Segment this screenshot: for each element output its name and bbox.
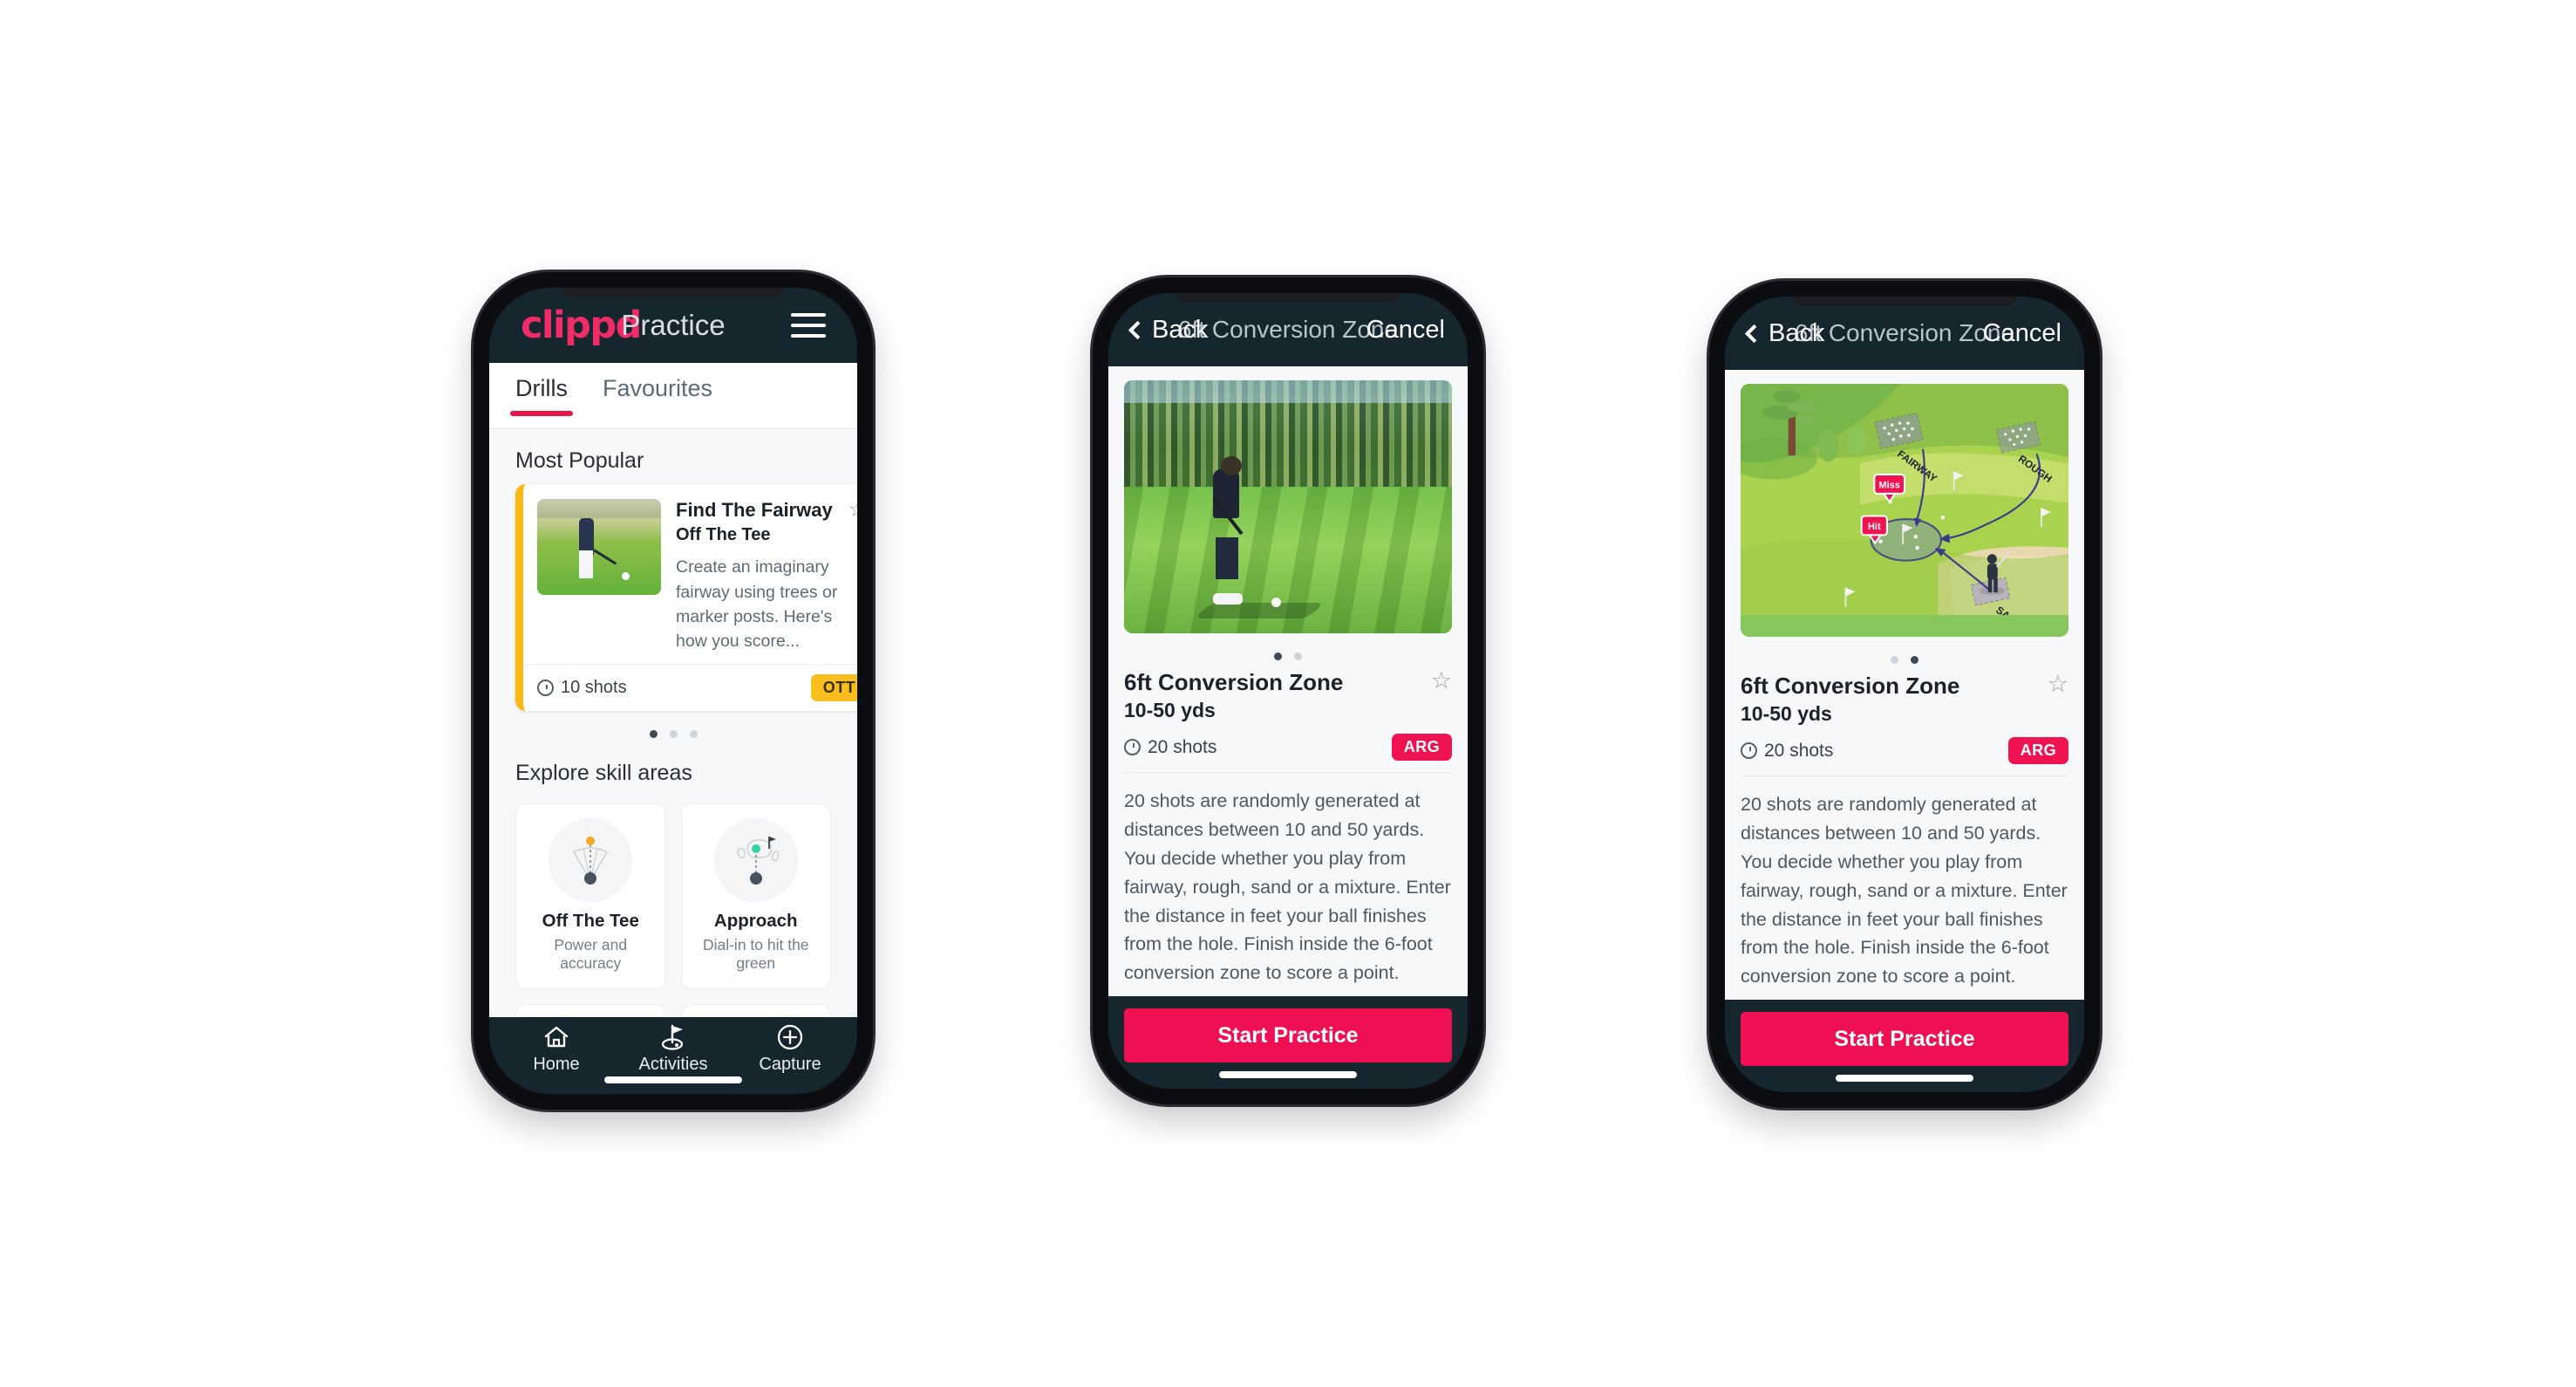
star-outline-icon[interactable]: ☆ (848, 499, 857, 521)
carousel-dots[interactable] (1124, 633, 1452, 664)
tab-bar: Drills Favourites (489, 363, 857, 429)
back-button[interactable]: Back (1744, 318, 1825, 348)
cta-container: Start Practice (1108, 996, 1468, 1089)
skill-name: Approach (713, 911, 798, 932)
detail-header: Back 6ft Conversion Zone Cancel (1725, 297, 2084, 370)
nav-item-activities[interactable]: Activities (615, 1022, 732, 1075)
green-approach-icon (713, 818, 798, 903)
carousel-dot[interactable] (1891, 656, 1898, 664)
home-indicator (604, 1076, 742, 1083)
screenshot-stage: clippd Practice Drills Favourites Most P… (0, 0, 2576, 1387)
drill-title: Find The Fairway (676, 499, 833, 521)
chevron-left-icon (1128, 320, 1148, 339)
phone-notch (1176, 293, 1400, 303)
phone-mockup-practice-list: clippd Practice Drills Favourites Most P… (474, 272, 873, 1110)
drill-shots: 10 shots (537, 678, 627, 698)
drill-detail-title: 6ft Conversion Zone (1124, 669, 1344, 695)
bottom-navigation: Home Activities Capture (489, 1017, 857, 1094)
drill-card[interactable]: Find The Fairway ☆ Off The Tee Create an… (515, 484, 857, 712)
most-popular-carousel[interactable]: Find The Fairway ☆ Off The Tee Create an… (489, 484, 857, 712)
start-practice-button[interactable]: Start Practice (1124, 1008, 1452, 1062)
back-button[interactable]: Back (1128, 315, 1209, 345)
cancel-button[interactable]: Cancel (1983, 319, 2061, 348)
clippd-logo: clippd (521, 304, 642, 347)
app-header: clippd Practice (489, 288, 857, 363)
cta-container: Start Practice (1725, 1000, 2084, 1092)
skill-badge: ARG (1391, 734, 1452, 761)
carousel-dot[interactable] (1911, 656, 1918, 664)
star-outline-icon[interactable]: ☆ (2048, 673, 2068, 696)
skill-desc: Dial-in to hit the green (702, 936, 809, 973)
plus-circle-icon (732, 1022, 848, 1052)
start-practice-button[interactable]: Start Practice (1741, 1012, 2068, 1066)
skill-badge: ARG (2007, 737, 2068, 764)
cancel-button[interactable]: Cancel (1366, 316, 1445, 345)
home-indicator (1219, 1071, 1357, 1078)
home-indicator (1836, 1075, 1973, 1082)
phone-notch (1793, 297, 2016, 306)
section-most-popular-heading: Most Popular (515, 448, 644, 473)
drill-detail-shots-label: 20 shots (1148, 736, 1217, 757)
clock-icon (1741, 742, 1757, 759)
star-outline-icon[interactable]: ☆ (1431, 669, 1452, 693)
home-icon (498, 1022, 615, 1052)
skill-card-putting[interactable]: Putting Make and lag practice (680, 1004, 831, 1017)
drill-detail-title: 6ft Conversion Zone (1741, 673, 1960, 699)
golf-flag-icon (615, 1022, 732, 1052)
drill-detail-shots: 20 shots (1124, 737, 1216, 758)
tab-drills[interactable]: Drills (510, 375, 573, 416)
nav-label: Activities (638, 1055, 708, 1074)
drill-detail-distance: 10-50 yds (1124, 699, 1216, 721)
phone-mockup-drill-detail-video: Back 6ft Conversion Zone Cancel 6ft Conv… (1093, 277, 1483, 1104)
clock-icon (537, 680, 554, 697)
drill-description: Create an imaginary fairway using trees … (676, 557, 838, 652)
clock-icon (1124, 739, 1141, 755)
carousel-dot[interactable] (669, 730, 678, 739)
skill-card-off-the-tee[interactable]: Off The Tee Power and accuracy (515, 803, 666, 990)
drill-course-illustration[interactable]: FAIRWAY ROUGH Miss Hit (1741, 384, 2068, 637)
detail-content: FAIRWAY ROUGH Miss Hit 6ft Conversion Zo… (1725, 370, 2084, 1000)
tee-fan-icon (549, 818, 633, 903)
drill-detail-shots-label: 20 shots (1764, 740, 1834, 761)
skill-badge: OTT (810, 674, 857, 702)
drill-detail-shots: 20 shots (1741, 741, 1833, 762)
section-explore-heading: Explore skill areas (515, 761, 692, 786)
carousel-dot[interactable] (689, 730, 698, 739)
nav-label: Home (533, 1055, 580, 1074)
chevron-left-icon (1744, 324, 1764, 343)
skill-card-around-the-green[interactable]: Around The Green Hone your short game (515, 1004, 666, 1017)
drill-subtitle: Off The Tee (676, 525, 771, 545)
skill-areas-grid: Off The Tee Power and accuracy Approach … (489, 796, 857, 1017)
drill-detail-description: 20 shots are randomly generated at dista… (1741, 794, 2068, 987)
drill-thumbnail (537, 499, 661, 595)
skill-desc: Power and accuracy (554, 936, 628, 973)
nav-item-home[interactable]: Home (498, 1022, 615, 1075)
drill-detail-description: 20 shots are randomly generated at dista… (1124, 790, 1451, 984)
carousel-dots[interactable] (1741, 637, 2068, 667)
skill-card-approach[interactable]: Approach Dial-in to hit the green (680, 803, 831, 990)
skill-name: Off The Tee (542, 911, 639, 932)
nav-label: Capture (759, 1055, 821, 1074)
nav-item-capture[interactable]: Capture (732, 1022, 848, 1075)
drill-detail-distance: 10-50 yds (1741, 702, 1832, 725)
scroll-content[interactable]: Most Popular Find The Fairway ☆ (489, 429, 857, 1017)
back-label: Back (1152, 315, 1209, 344)
back-label: Back (1768, 318, 1825, 347)
carousel-dot[interactable] (649, 730, 658, 739)
svg-text:Hit: Hit (1868, 522, 1881, 532)
phone-mockup-drill-detail-illustration: Back 6ft Conversion Zone Cancel FAIRWAY … (1709, 281, 2100, 1108)
drill-shots-label: 10 shots (561, 678, 627, 698)
detail-content: 6ft Conversion Zone ☆ 10-50 yds 20 shots… (1108, 366, 1468, 996)
drill-video-thumbnail[interactable] (1124, 380, 1452, 633)
hamburger-icon[interactable] (791, 313, 826, 338)
tab-favourites[interactable]: Favourites (603, 375, 712, 416)
detail-header: Back 6ft Conversion Zone Cancel (1108, 293, 1468, 366)
carousel-dot[interactable] (1274, 653, 1282, 660)
phone-notch (562, 288, 785, 297)
carousel-dots[interactable] (489, 711, 857, 741)
carousel-dot[interactable] (1294, 653, 1302, 660)
svg-text:Miss: Miss (1878, 481, 1899, 491)
